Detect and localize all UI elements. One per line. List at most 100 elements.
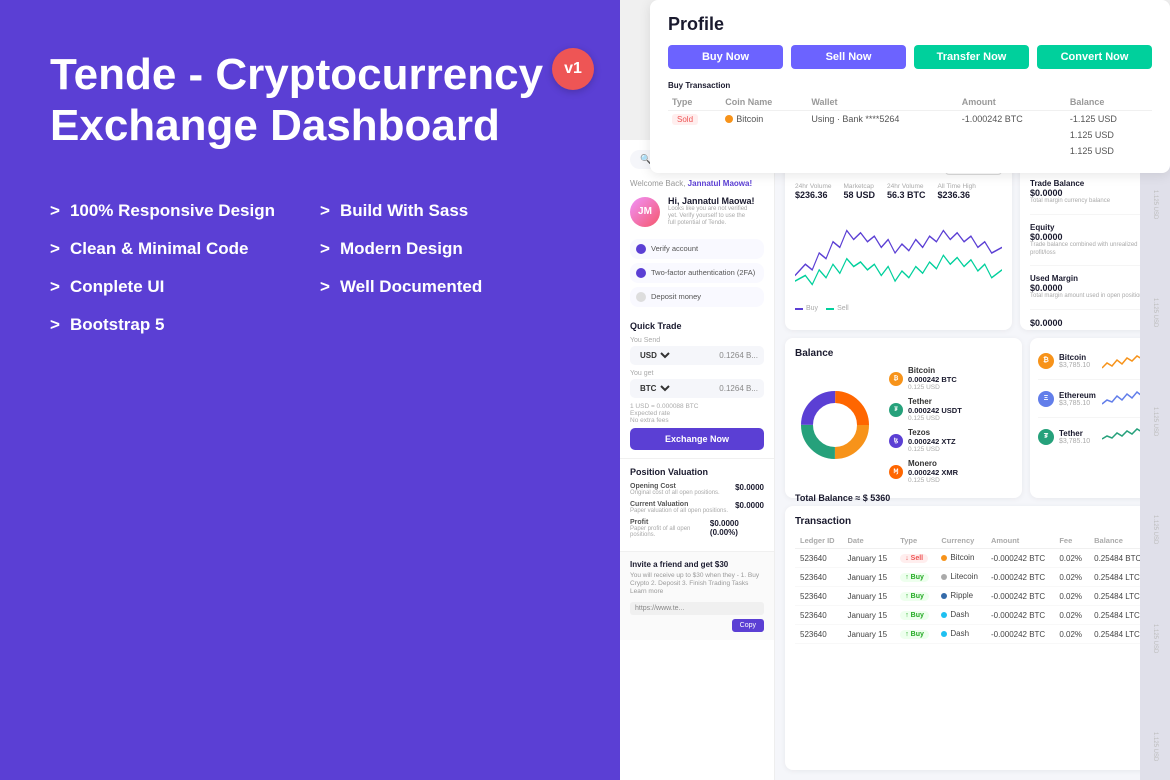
- analytics-stats: 24hr Volume $236.36 Marketcap 58 USD 24h…: [795, 183, 1002, 200]
- col-balance: Balance: [1066, 94, 1152, 111]
- check-icon: [636, 244, 646, 254]
- legend-buy: Buy: [795, 305, 818, 312]
- v1-badge: v1: [552, 48, 594, 90]
- stat-marketcap: Marketcap 58 USD: [844, 183, 876, 200]
- transaction-section: Transaction Ledger ID Date Type Currency…: [785, 506, 1160, 770]
- total-balance: Total Balance ≈ $ 5360: [795, 493, 1012, 503]
- right-panel: Profile Buy Now Sell Now Transfer Now Co…: [620, 0, 1170, 780]
- position-val-title: Position Valuation: [630, 467, 764, 477]
- buy-badge: ↑ Buy: [900, 573, 929, 582]
- analytics-row: Analytics Bitcoin 24hr Volume $236.36 Ma…: [785, 150, 1160, 330]
- col-fee: Fee: [1054, 533, 1089, 549]
- analytics-card: Analytics Bitcoin 24hr Volume $236.36 Ma…: [785, 150, 1012, 330]
- feature-complete: > Conplete UI: [50, 277, 300, 297]
- verify-account[interactable]: Verify account: [630, 239, 764, 259]
- monero-balance: Ɱ Monero 0.000242 XMR 0.125 USD: [889, 459, 1012, 484]
- stat-24hr: 24hr Volume $236.36: [795, 183, 832, 200]
- get-currency-select[interactable]: BTC: [636, 383, 673, 394]
- chart-legend: Buy Sell: [795, 305, 1002, 312]
- col-amount: Amount: [958, 94, 1066, 111]
- exchange-now-button[interactable]: Exchange Now: [630, 428, 764, 450]
- dash-main: Analytics Bitcoin 24hr Volume $236.36 Ma…: [775, 140, 1170, 780]
- user-info: Hi, Jannatul Maowa! Looks like you are n…: [668, 196, 755, 228]
- copy-button[interactable]: Copy: [732, 619, 764, 632]
- rate-info: 1 USD = 0.000088 BTC Expected rate No ex…: [630, 403, 764, 424]
- table-row: 523640 January 15 ↑ Buy Litecoin -0.0002…: [795, 568, 1150, 587]
- tether-icon: ₮: [889, 403, 903, 417]
- feature-responsive: > 100% Responsive Design: [50, 201, 300, 221]
- left-panel: Tende - Cryptocurrency Exchange Dashboar…: [0, 0, 620, 780]
- table-row: 1.125 USD: [668, 127, 1152, 143]
- transaction-table: Ledger ID Date Type Currency Amount Fee …: [795, 533, 1150, 644]
- tezos-icon: ꜩ: [889, 434, 903, 448]
- avatar: JM: [630, 197, 660, 227]
- quick-trade-title: Quick Trade: [630, 321, 764, 331]
- verify-items: Verify account Two-factor authentication…: [620, 239, 774, 307]
- donut-area: ₿ Bitcoin 0.000242 BTC 0.125 USD ₮: [795, 365, 1012, 485]
- invite-section: Invite a friend and get $30 You will rec…: [620, 551, 774, 640]
- analytics-chart: [795, 208, 1002, 298]
- feature-sass: > Build With Sass: [320, 201, 570, 221]
- equity-item: Equity $0.0000 Trade balance combined wi…: [1030, 223, 1150, 267]
- features-grid: > 100% Responsive Design > Build With Sa…: [50, 201, 570, 335]
- bitcoin-icon: ₿: [889, 372, 903, 386]
- table-row: 523640 January 15 ↓ Sell Bitcoin -0.0002…: [795, 549, 1150, 568]
- send-value: 0.1264 B...: [719, 351, 758, 360]
- buy-badge: ↑ Buy: [900, 630, 929, 639]
- tether-crypto-item[interactable]: ₮ Tether $3,785.10: [1038, 424, 1152, 455]
- sell-now-button[interactable]: Sell Now: [791, 45, 906, 69]
- used-margin-item: Used Margin $0.0000 Total margin amount …: [1030, 274, 1150, 310]
- sold-badge: Sold: [672, 114, 698, 125]
- profile-card: Profile Buy Now Sell Now Transfer Now Co…: [650, 0, 1170, 173]
- verify-deposit[interactable]: Deposit money: [630, 287, 764, 307]
- invite-link: https://www.te...: [630, 602, 764, 615]
- balance-card: Balance ₿ B: [785, 338, 1022, 498]
- stat-volume: 24hr Volume 56.3 BTC: [887, 183, 926, 200]
- table-row: Sold Bitcoin Using · Bank ****5264 -1.00…: [668, 111, 1152, 128]
- bitcoin-balance: ₿ Bitcoin 0.000242 BTC 0.125 USD: [889, 366, 1012, 391]
- verify-2fa[interactable]: Two-factor authentication (2FA): [630, 263, 764, 283]
- col-date: Date: [842, 533, 895, 549]
- ethereum-crypto-item[interactable]: Ξ Ethereum $3,785.10: [1038, 386, 1152, 418]
- table-row: 523640 January 15 ↑ Buy Dash -0.000242 B…: [795, 606, 1150, 625]
- ethereum-icon: Ξ: [1038, 391, 1054, 407]
- feature-clean: > Clean & Minimal Code: [50, 239, 300, 259]
- col-type: Type: [895, 533, 936, 549]
- buy-badge: ↑ Buy: [900, 592, 929, 601]
- col-ledger-id: Ledger ID: [795, 533, 842, 549]
- monero-icon: Ɱ: [889, 465, 903, 479]
- send-input-row[interactable]: USD 0.1264 B...: [630, 346, 764, 365]
- table-row: 523640 January 15 ↑ Buy Ripple -0.000242…: [795, 587, 1150, 606]
- col-coin-name: Coin Name: [721, 94, 807, 111]
- transaction-table-top: Type Coin Name Wallet Amount Balance Sol…: [668, 94, 1152, 159]
- bitcoin-icon: ₿: [1038, 353, 1054, 369]
- bitcoin-icon: [725, 115, 733, 123]
- balance-row: Balance ₿ B: [785, 338, 1160, 498]
- buy-now-button[interactable]: Buy Now: [668, 45, 783, 69]
- opening-cost-row: Opening Cost Original cost of all open p…: [630, 483, 764, 496]
- balance-list: ₿ Bitcoin 0.000242 BTC 0.125 USD ₮: [889, 366, 1012, 484]
- col-wallet: Wallet: [807, 94, 957, 111]
- welcome-text: Welcome Back, Jannatul Maowa!: [620, 179, 774, 190]
- convert-now-button[interactable]: Convert Now: [1037, 45, 1152, 69]
- transfer-now-button[interactable]: Transfer Now: [914, 45, 1029, 69]
- right-strip: 1.125 USD 1.125 USD 1.125 USD 1.125 USD …: [1140, 140, 1170, 780]
- get-input-row[interactable]: BTC 0.1264 B...: [630, 379, 764, 398]
- buy-transaction-label: Buy Transaction: [668, 81, 1152, 90]
- col-currency: Currency: [936, 533, 986, 549]
- trade-balances-card: Trade Balances Trade Balance $0.0000 Tot…: [1020, 150, 1160, 330]
- trade-balance-item: Trade Balance $0.0000 Total margin curre…: [1030, 179, 1150, 215]
- dash-sidebar: 🔍 Search Here... Welcome Back, Jannatul …: [620, 140, 775, 780]
- buy-badge: ↑ Buy: [900, 611, 929, 620]
- feature-bootstrap: > Bootstrap 5: [50, 315, 300, 335]
- tether-balance: ₮ Tether 0.000242 USDT 0.125 USD: [889, 397, 1012, 422]
- balance-title: Balance: [795, 348, 1012, 359]
- dashboard-window: 🔍 Search Here... Welcome Back, Jannatul …: [620, 140, 1170, 780]
- bitcoin-crypto-item[interactable]: ₿ Bitcoin $3,785.10: [1038, 348, 1152, 380]
- feature-documented: > Well Documented: [320, 277, 570, 297]
- user-profile: JM Hi, Jannatul Maowa! Looks like you ar…: [620, 190, 774, 234]
- table-row: 1.125 USD: [668, 143, 1152, 159]
- stat-ath: All Time High $236.36: [938, 183, 976, 200]
- send-currency-select[interactable]: USD: [636, 350, 673, 361]
- extra-balance-item: $0.0000: [1030, 318, 1150, 336]
